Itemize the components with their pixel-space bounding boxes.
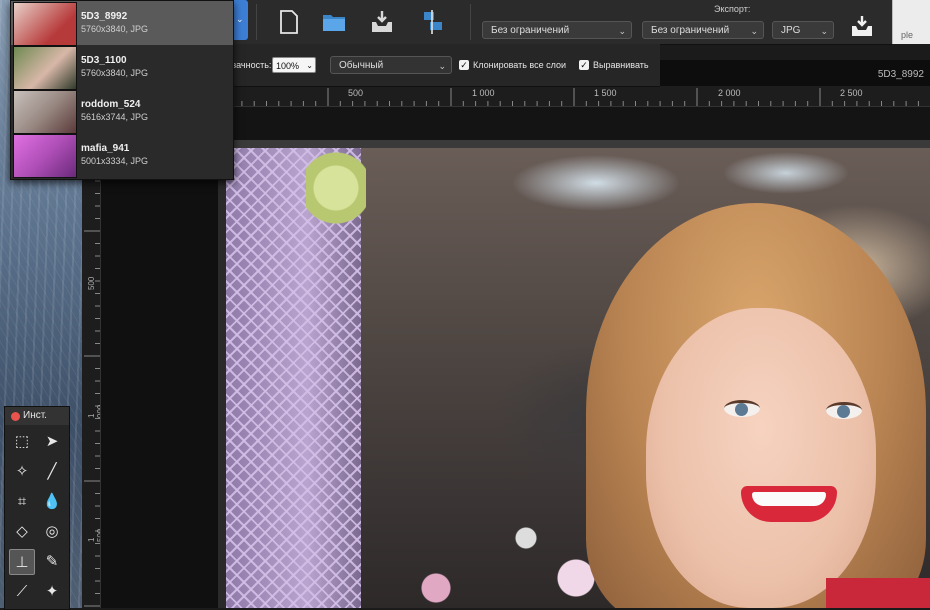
file-list-item[interactable]: mafia_941 5001x3334, JPG: [11, 133, 233, 178]
tools-panel-title: Инст.: [23, 410, 47, 421]
file-thumbnail: [13, 2, 77, 46]
ruler-label: 1 000: [87, 404, 101, 418]
move-tool[interactable]: ➤: [39, 429, 65, 455]
photo-canvas[interactable]: [226, 148, 930, 608]
file-name: roddom_524: [81, 99, 141, 110]
align-checkbox[interactable]: ✓: [579, 60, 589, 70]
ruler-label: 500: [348, 88, 364, 98]
chevron-down-icon: ⌄: [750, 26, 758, 36]
file-thumbnail: [13, 134, 77, 178]
file-name: mafia_941: [81, 143, 130, 154]
open-files-list: 5D3_8992 5760x3840, JPG 5D3_1100 5760x38…: [10, 0, 234, 180]
export-format-select[interactable]: JPG ⌄: [772, 21, 834, 39]
blend-mode-value: Обычный: [339, 60, 384, 71]
file-list-dropdown-button[interactable]: ⌄: [232, 0, 248, 40]
photo-left-eye: [724, 400, 760, 417]
export-format-value: JPG: [781, 25, 801, 36]
file-meta: 5760x3840, JPG: [81, 68, 149, 78]
canvas-left-border: [218, 148, 226, 608]
photo-dress: [826, 578, 930, 608]
top-toolbar: ⌄ Экспорт: Без ограничений ⌄ Без огранич…: [232, 0, 892, 45]
ruler-label: 2 500: [840, 88, 863, 98]
file-name: 5D3_1100: [81, 55, 127, 66]
opacity-value: 100%: [276, 61, 300, 71]
export-size-select-2[interactable]: Без ограничений ⌄: [642, 21, 764, 39]
open-folder-icon[interactable]: [320, 8, 348, 36]
marquee-tool[interactable]: ⬚: [9, 429, 35, 455]
ruler-label: 1 000: [472, 88, 495, 98]
blend-mode-select[interactable]: Обычный ⌄: [330, 56, 452, 74]
tools-panel: Инст. ⬚ ➤ ✧ ╱ ⌗ 💧 ◇ ◎ ⊥ ✎ ⟋ ✦: [4, 406, 70, 610]
file-thumbnail: [13, 90, 77, 134]
stepper-icon: ⌄: [306, 61, 313, 70]
file-thumbnail: [13, 46, 77, 90]
chevron-down-icon: ⌄: [618, 26, 626, 36]
file-list-item[interactable]: roddom_524 5616x3744, JPG: [11, 89, 233, 134]
canvas-background: [100, 140, 218, 608]
color-replace-tool[interactable]: ✦: [39, 579, 65, 605]
crop-tool[interactable]: ⌗: [9, 489, 35, 515]
ruler-label: 1 500: [87, 528, 101, 542]
file-meta: 5001x3334, JPG: [81, 156, 149, 166]
background-window-text: ple: [901, 30, 914, 40]
file-name: 5D3_8992: [81, 11, 128, 22]
background-window: ple: [892, 0, 930, 44]
ruler-label: 2 000: [718, 88, 741, 98]
brush-tool[interactable]: ╱: [39, 459, 65, 485]
ruler-label: 1 500: [594, 88, 617, 98]
photo-flowers: [306, 148, 366, 258]
chevron-down-icon: ⌄: [438, 61, 446, 71]
file-meta: 5616x3744, JPG: [81, 112, 149, 122]
options-bar: зачность: 100% ⌄ Обычный ⌄ ✓ Клонировать…: [232, 44, 660, 87]
close-icon[interactable]: [11, 412, 20, 421]
toolbar-divider: [256, 4, 257, 40]
drop-tool[interactable]: 💧: [39, 489, 65, 515]
file-list-item[interactable]: 5D3_8992 5760x3840, JPG: [11, 1, 233, 46]
align-icon[interactable]: [418, 8, 446, 36]
clone-stamp-tool[interactable]: ⊥: [9, 549, 35, 575]
vertical-ruler[interactable]: 500 1 000 1 500: [82, 106, 101, 608]
clone-all-layers-label: Клонировать все слои: [473, 60, 566, 70]
export-size-1-value: Без ограничений: [491, 25, 570, 36]
opacity-input[interactable]: 100% ⌄: [272, 57, 316, 73]
export-save-icon[interactable]: [848, 14, 876, 42]
eraser-tool[interactable]: ◇: [9, 519, 35, 545]
chevron-down-icon: ⌄: [820, 26, 828, 36]
file-meta: 5760x3840, JPG: [81, 24, 149, 34]
save-tray-icon[interactable]: [368, 8, 396, 36]
healing-tool[interactable]: ✎: [39, 549, 65, 575]
photo-face: [646, 308, 876, 608]
chevron-down-icon: ⌄: [236, 14, 244, 24]
eyedropper-tool[interactable]: ⟋: [9, 579, 35, 605]
toolbar-divider: [470, 4, 471, 40]
ruler-label: 500: [87, 276, 96, 290]
photo-teeth: [752, 492, 826, 506]
export-label: Экспорт:: [714, 4, 751, 14]
canvas-top-border: [218, 140, 930, 148]
align-label: Выравнивать: [593, 60, 649, 70]
photo-right-eye: [826, 402, 862, 419]
file-list-item[interactable]: 5D3_1100 5760x3840, JPG: [11, 45, 233, 90]
document-title: 5D3_8992: [877, 69, 924, 80]
tools-panel-header[interactable]: Инст.: [5, 407, 69, 425]
export-size-select-1[interactable]: Без ограничений ⌄: [482, 21, 632, 39]
export-size-2-value: Без ограничений: [651, 25, 730, 36]
opacity-label: зачность:: [232, 60, 272, 70]
new-document-icon[interactable]: [274, 8, 302, 36]
clone-all-layers-checkbox[interactable]: ✓: [459, 60, 469, 70]
magic-wand-tool[interactable]: ✧: [9, 459, 35, 485]
fill-tool[interactable]: ◎: [39, 519, 65, 545]
